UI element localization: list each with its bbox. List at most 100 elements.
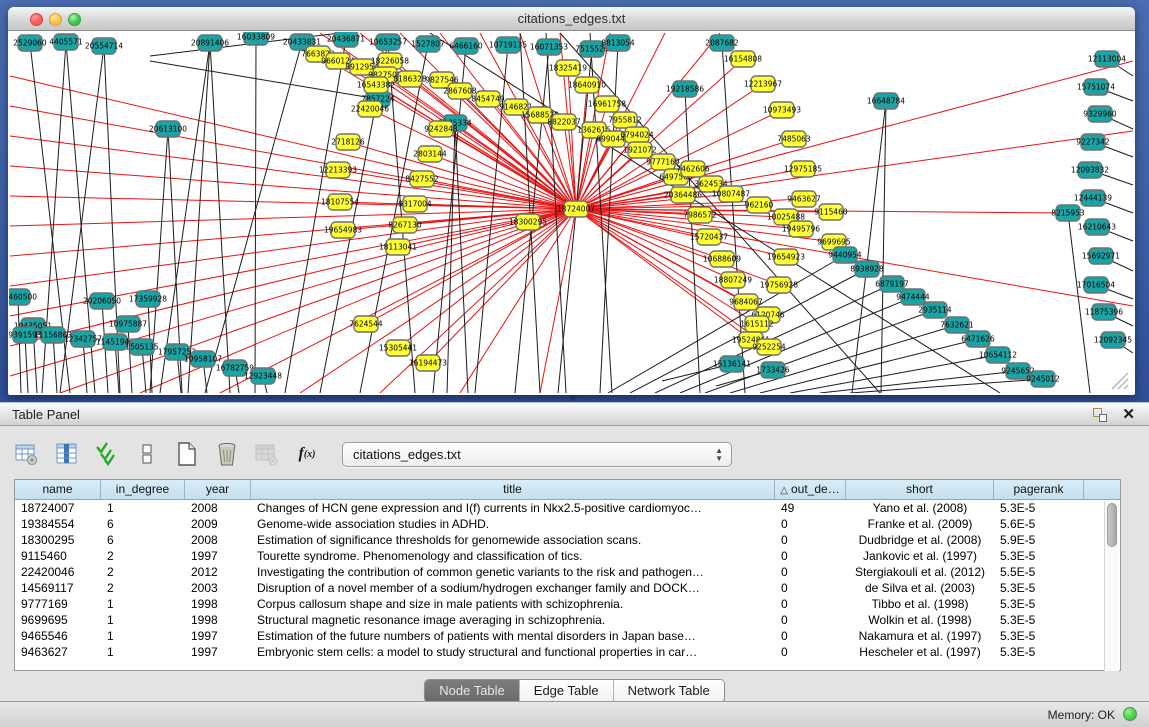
table-cell: 2008 — [185, 532, 251, 548]
column-header-year[interactable]: year — [185, 480, 251, 499]
column-header-out_de[interactable]: △out_de… — [775, 480, 846, 499]
table-row[interactable]: 1872400712008Changes of HCN gene express… — [15, 500, 1120, 516]
graph-node-label: 22420046 — [351, 105, 389, 114]
graph-node-label: 18113041 — [379, 243, 417, 252]
table-cell: Embryonic stem cells: a model to study s… — [251, 644, 775, 660]
graph-node-label: 2935114 — [918, 306, 952, 315]
table-row[interactable]: 946554611997Estimation of the future num… — [15, 628, 1120, 644]
network-canvas[interactable]: 2529060440557120554714208914061603380920… — [9, 32, 1134, 393]
table-cell: Franke et al. (2009) — [846, 516, 994, 532]
graph-node-label: 15692971 — [1082, 252, 1120, 261]
graph-node-label: 10973493 — [763, 106, 801, 115]
table-cell: 5.3E-5 — [994, 500, 1084, 516]
table-row[interactable]: 2242004622012Investigating the contribut… — [15, 564, 1120, 580]
graph-node-label: 7632621 — [940, 321, 974, 330]
table-select-dropdown[interactable]: citations_edges.txt ▲▼ — [342, 442, 732, 467]
table-cell: 1 — [101, 644, 185, 660]
graph-node-label: 9115460 — [814, 208, 848, 217]
graph-node-label: 9474444 — [896, 293, 930, 302]
graph-node-label: 20613100 — [149, 125, 187, 134]
table-cell: Tibbo et al. (1998) — [846, 596, 994, 612]
select-all-icon[interactable] — [94, 441, 120, 467]
graph-node-label: 16648784 — [867, 97, 905, 106]
graph-node-label: 7955812 — [608, 116, 642, 125]
table-cell: 9115460 — [15, 548, 101, 564]
close-icon[interactable]: ✕ — [1122, 405, 1135, 423]
table-cell: 5.3E-5 — [994, 612, 1084, 628]
tab-edge-table[interactable]: Edge Table — [520, 680, 614, 702]
panel-splitter-handle[interactable] — [568, 395, 578, 401]
table-cell: Hescheler et al. (1997) — [846, 644, 994, 660]
table-cell: 5.6E-5 — [994, 516, 1084, 532]
graph-node-label: 10975887 — [109, 320, 147, 329]
graph-node-label: 1733426 — [756, 366, 790, 375]
citation-network-graph[interactable]: 2529060440557120554714208914061603380920… — [9, 32, 1134, 393]
graph-node-label: 9242848 — [424, 125, 458, 134]
table-row[interactable]: 1938455462009Genome-wide association stu… — [15, 516, 1120, 532]
function-builder-icon[interactable]: f(x) — [294, 441, 320, 467]
table-cell: 2003 — [185, 580, 251, 596]
graph-node-label: 16071353 — [530, 43, 568, 52]
graph-node-label: 10025488 — [767, 213, 805, 222]
table-cell: Investigating the contribution of common… — [251, 564, 775, 580]
unselect-rows-icon[interactable] — [134, 441, 160, 467]
column-header-name[interactable]: name — [15, 480, 101, 499]
table-scrollbar[interactable] — [1104, 501, 1119, 671]
column-header-pagerank[interactable]: pagerank — [994, 480, 1084, 499]
graph-node-label: 7462606 — [676, 165, 710, 174]
canvas-resize-grip[interactable] — [1112, 373, 1128, 389]
table-column-icon[interactable] — [54, 441, 80, 467]
table-cell: 0 — [775, 548, 846, 564]
graph-node-label: 12113004 — [1088, 55, 1126, 64]
graph-node-label: 6879197 — [875, 280, 909, 289]
graph-node-label: 1921072 — [623, 146, 657, 155]
table-row[interactable]: 977716911998Corpus callosum shape and si… — [15, 596, 1120, 612]
graph-node-label: 18807249 — [714, 276, 752, 285]
graph-node-label: 9463627 — [787, 195, 821, 204]
graph-node-label: 16543382 — [357, 81, 395, 90]
graph-node-label: 16154808 — [724, 55, 762, 64]
table-row[interactable]: 969969511998Structural magnetic resonanc… — [15, 612, 1120, 628]
graph-node-label: 20460500 — [9, 293, 37, 302]
graph-node-label: 20891406 — [191, 39, 229, 48]
graph-node-label: 10807487 — [712, 190, 750, 199]
graph-node-label: 12444139 — [1074, 194, 1112, 203]
table-cell: 18300295 — [15, 532, 101, 548]
table-cell: de Silva et al. (2003) — [846, 580, 994, 596]
delete-table-icon[interactable] — [214, 441, 240, 467]
column-header-short[interactable]: short — [846, 480, 994, 499]
graph-node-label: 6794024 — [620, 131, 654, 140]
table-cell: 2 — [101, 564, 185, 580]
table-cell: 6 — [101, 516, 185, 532]
table-row[interactable]: 911546021997Tourette syndrome. Phenomeno… — [15, 548, 1120, 564]
column-header-in_degree[interactable]: in_degree — [101, 480, 185, 499]
table-select-value: citations_edges.txt — [353, 447, 461, 462]
table-row[interactable]: 946362711997Embryonic stem cells: a mode… — [15, 644, 1120, 660]
graph-node-label: 962160 — [745, 201, 774, 210]
graph-node-label: 9440954 — [828, 251, 862, 260]
graph-node-label: 17359928 — [129, 295, 167, 304]
table-cell: 2 — [101, 580, 185, 596]
table-cell: 9777169 — [15, 596, 101, 612]
table-cell: 9699695 — [15, 612, 101, 628]
graph-node-label: 9684067 — [729, 298, 763, 307]
column-header-title[interactable]: title — [251, 480, 775, 499]
window-title: citations_edges.txt — [8, 11, 1135, 26]
tab-network-table[interactable]: Network Table — [614, 680, 724, 702]
table-cell: Nakamura et al. (1997) — [846, 628, 994, 644]
new-table-icon[interactable] — [174, 441, 200, 467]
table-row[interactable]: 1830029562008Estimation of significance … — [15, 532, 1120, 548]
table-scrollbar-thumb[interactable] — [1107, 503, 1117, 547]
graph-node-label: 10719135 — [489, 41, 527, 50]
table-row[interactable]: 1456911722003Disruption of a novel membe… — [15, 580, 1120, 596]
graph-node-label: 2718126 — [331, 138, 365, 147]
graph-node-label: 16033809 — [237, 33, 275, 42]
tab-node-table[interactable]: Node Table — [425, 680, 520, 702]
graph-node-label: 15720437 — [690, 233, 728, 242]
node-table: namein_degreeyeartitle△out_de…shortpager… — [14, 479, 1121, 671]
float-window-icon[interactable] — [1093, 408, 1107, 422]
network-window-titlebar[interactable]: citations_edges.txt — [8, 7, 1135, 31]
table-cell: 2 — [101, 548, 185, 564]
table-settings-icon[interactable] — [14, 441, 40, 467]
graph-node-label: 8822037 — [547, 118, 581, 127]
